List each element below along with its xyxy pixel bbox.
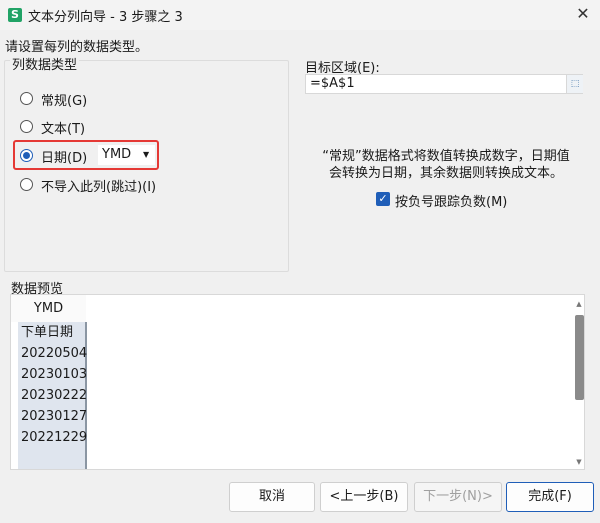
negative-checkbox[interactable]: ✓ [376, 192, 390, 206]
date-format-value: YMD [102, 147, 132, 162]
preview-cell: 20230127 [21, 409, 88, 424]
next-button[interactable]: 下一步(N)> [414, 482, 502, 512]
radio-date[interactable] [20, 149, 33, 162]
radio-skip-label[interactable]: 不导入此列(跳过)(I) [41, 176, 156, 195]
close-icon[interactable]: ✕ [572, 3, 594, 25]
scrollbar-thumb[interactable] [575, 315, 584, 400]
preview-cell: 20221229 [21, 430, 88, 445]
radio-text-label[interactable]: 文本(T) [41, 118, 85, 137]
back-button[interactable]: <上一步(B) [320, 482, 408, 512]
radio-text[interactable] [20, 120, 33, 133]
preview-column-header[interactable]: YMD [11, 295, 86, 322]
target-region-input[interactable]: =$A$1 [305, 74, 583, 94]
preview-scrollbar[interactable]: ▲ ▼ [572, 300, 584, 467]
data-preview: YMD 下单日期 20220504 20230103 20230222 2023… [10, 294, 585, 470]
negative-checkbox-label[interactable]: 按负号跟踪负数(M) [395, 191, 507, 210]
instruction-text: 请设置每列的数据类型。 [5, 40, 149, 55]
cancel-button[interactable]: 取消 [229, 482, 315, 512]
preview-cell: 20230103 [21, 367, 88, 382]
scroll-up-icon[interactable]: ▲ [574, 300, 584, 308]
range-picker-icon[interactable]: ⬚ [566, 75, 583, 93]
format-description: “常规”数据格式将数值转换成数字，日期值 会转换为日期，其余数据则转换成文本。 [305, 148, 587, 182]
description-line: “常规”数据格式将数值转换成数字，日期值 [322, 149, 570, 164]
finish-button[interactable]: 完成(F) [506, 482, 594, 512]
target-region-value: =$A$1 [310, 76, 355, 91]
preview-cell: 20220504 [21, 346, 88, 361]
radio-date-label[interactable]: 日期(D) [41, 147, 87, 166]
scroll-down-icon[interactable]: ▼ [574, 458, 584, 466]
title-bar: S 文本分列向导 - 3 步骤之 3 ✕ [0, 0, 600, 30]
radio-general[interactable] [20, 92, 33, 105]
preview-cell: 20230222 [21, 388, 88, 403]
app-logo-icon: S [8, 8, 22, 22]
window-title: 文本分列向导 - 3 步骤之 3 [28, 10, 183, 25]
radio-general-label[interactable]: 常规(G) [41, 90, 87, 109]
preview-cell: 下单日期 [21, 325, 74, 340]
chevron-down-icon: ▼ [143, 150, 150, 159]
date-format-select[interactable]: YMD ▼ [98, 145, 155, 165]
radio-skip[interactable] [20, 178, 33, 191]
description-line: 会转换为日期，其余数据则转换成文本。 [328, 166, 563, 181]
column-type-group-title: 列数据类型 [10, 54, 80, 73]
